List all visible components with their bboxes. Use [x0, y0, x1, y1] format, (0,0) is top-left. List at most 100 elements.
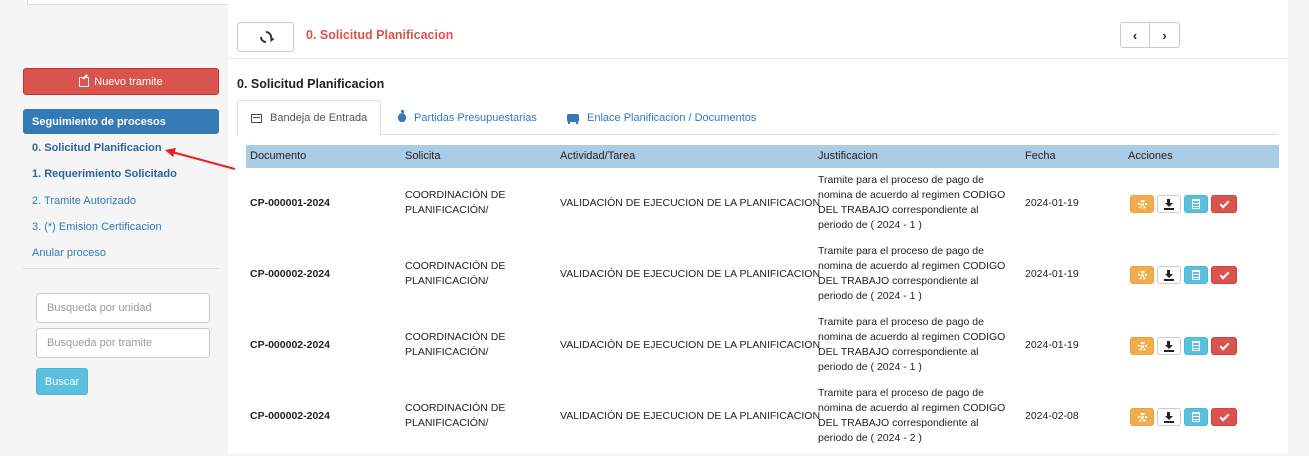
justificacion-line: DEL TRABAJO correspondiente al: [818, 275, 979, 287]
settings-button[interactable]: [1130, 337, 1154, 355]
solicita-line: PLANIFICACIÓN/: [405, 204, 489, 216]
tab-bandeja-entrada[interactable]: Bandeja de Entrada: [237, 100, 382, 136]
annotation-arrow: [165, 148, 236, 170]
fecha-cell: 2024-02-08: [1025, 410, 1079, 422]
search-button[interactable]: Buscar: [36, 368, 88, 395]
check-icon: [1219, 411, 1229, 421]
documento-cell: CP-000002-2024: [250, 339, 330, 351]
new-tramite-button[interactable]: Nuevo tramite: [23, 68, 219, 95]
documento-cell: CP-000001-2024: [250, 197, 330, 209]
justificacion-line: DEL TRABAJO correspondiente al: [818, 346, 979, 358]
apple-icon: [398, 110, 406, 122]
column-header-fecha: Fecha: [1025, 150, 1056, 162]
column-header-justificacion: Justificacion: [818, 150, 878, 162]
check-icon: [1219, 269, 1229, 279]
tab-label: Partidas Presupuestarias: [414, 111, 537, 124]
sidebar-item-anular-proceso[interactable]: Anular proceso: [32, 247, 106, 259]
fecha-cell: 2024-01-19: [1025, 197, 1079, 209]
actividad-cell: VALIDACIÓN DE EJECUCION DE LA PLANIFICAC…: [560, 410, 821, 422]
details-button[interactable]: [1184, 408, 1208, 426]
settings-button[interactable]: [1130, 408, 1154, 426]
settings-button[interactable]: [1130, 266, 1154, 284]
table-header: Documento Solicita Actividad/Tarea Justi…: [246, 145, 1279, 168]
list-icon: [1192, 341, 1200, 351]
column-header-actividad: Actividad/Tarea: [560, 150, 636, 162]
solicita-cell: COORDINACIÓN DE PLANIFICACIÓN/: [405, 188, 505, 218]
solicita-cell: COORDINACIÓN DE PLANIFICACIÓN/: [405, 401, 505, 431]
row-actions: [1130, 408, 1237, 426]
sidebar-item-requerimiento-solicitado[interactable]: 1. Requerimiento Solicitado: [32, 168, 177, 180]
inbox-icon: [251, 113, 262, 123]
sidebar-item-solicitud-planificacion[interactable]: 0. Solicitud Planificacion: [32, 142, 162, 154]
row-actions: [1130, 195, 1237, 213]
search-tramite-input[interactable]: [36, 328, 210, 358]
check-icon: [1219, 340, 1229, 350]
bus-icon: [567, 113, 579, 124]
table-row: CP-000001-2024 COORDINACIÓN DE PLANIFICAC…: [246, 172, 1279, 243]
list-icon: [1192, 412, 1200, 422]
refresh-button[interactable]: [237, 22, 294, 52]
details-button[interactable]: [1184, 195, 1208, 213]
download-button[interactable]: [1157, 408, 1181, 426]
approve-button[interactable]: [1211, 195, 1237, 213]
download-button[interactable]: [1157, 266, 1181, 284]
download-button[interactable]: [1157, 195, 1181, 213]
solicita-line: PLANIFICACIÓN/: [405, 275, 489, 287]
tab-partidas-presupuestarias[interactable]: Partidas Presupuestarias: [385, 100, 550, 135]
search-unit-input[interactable]: [36, 293, 210, 323]
justificacion-line: nomina de acuerdo al regimen CODIGO: [818, 402, 1006, 414]
documento-cell: CP-000002-2024: [250, 268, 330, 280]
sidebar-item-emision-certificacion[interactable]: 3. (*) Emision Certificacion: [32, 221, 162, 233]
actividad-cell: VALIDACIÓN DE EJECUCION DE LA PLANIFICAC…: [560, 197, 821, 209]
approve-button[interactable]: [1211, 408, 1237, 426]
approve-button[interactable]: [1211, 337, 1237, 355]
justificacion-line: DEL TRABAJO correspondiente al: [818, 204, 979, 216]
pager: ‹ ›: [1120, 22, 1180, 48]
edit-icon: [79, 76, 90, 87]
column-header-acciones: Acciones: [1128, 150, 1173, 162]
row-actions: [1130, 337, 1237, 355]
download-icon: [1164, 341, 1174, 352]
next-button[interactable]: ›: [1150, 22, 1180, 48]
table-row: CP-000002-2024 COORDINACIÓN DE PLANIFICAC…: [246, 385, 1279, 456]
justificacion-line: nomina de acuerdo al regimen CODIGO: [818, 331, 1006, 343]
fecha-cell: 2024-01-19: [1025, 268, 1079, 280]
justificacion-line: nomina de acuerdo al regimen CODIGO: [818, 189, 1006, 201]
tab-bar: Bandeja de Entrada Partidas Presupuestar…: [237, 100, 1278, 136]
chevron-left-icon: ‹: [1132, 27, 1138, 43]
refresh-icon: [257, 28, 274, 46]
app-frame: Nuevo tramite Seguimiento de procesos 0.…: [0, 0, 1309, 453]
column-header-documento: Documento: [250, 150, 307, 162]
tab-enlace-planificacion[interactable]: Enlace Planificacion / Documentos: [554, 100, 769, 135]
row-actions: [1130, 266, 1237, 284]
sidebar: Nuevo tramite Seguimiento de procesos 0.…: [0, 58, 228, 453]
justificacion-line: DEL TRABAJO correspondiente al: [818, 417, 979, 429]
section-heading: 0. Solicitud Planificacion: [237, 77, 385, 91]
check-icon: [1219, 198, 1229, 208]
gear-icon: [1137, 412, 1147, 422]
new-tramite-label: Nuevo tramite: [94, 75, 163, 88]
actividad-cell: VALIDACIÓN DE EJECUCION DE LA PLANIFICAC…: [560, 268, 821, 280]
header-divider: [228, 58, 1288, 59]
justificacion-line: periodo de ( 2024 - 2 ): [818, 432, 922, 444]
justificacion-cell: Tramite para el proceso de pago de nomina…: [818, 173, 1005, 233]
prev-button[interactable]: ‹: [1120, 22, 1150, 48]
justificacion-line: Tramite para el proceso de pago de: [818, 387, 984, 399]
chevron-right-icon: ›: [1162, 27, 1167, 43]
gear-icon: [1137, 270, 1147, 280]
solicita-line: COORDINACIÓN DE: [405, 402, 506, 414]
approve-button[interactable]: [1211, 266, 1237, 284]
justificacion-line: nomina de acuerdo al regimen CODIGO: [818, 260, 1006, 272]
settings-button[interactable]: [1130, 195, 1154, 213]
tab-label: Enlace Planificacion / Documentos: [587, 111, 757, 124]
solicita-cell: COORDINACIÓN DE PLANIFICACIÓN/: [405, 259, 505, 289]
solicita-cell: COORDINACIÓN DE PLANIFICACIÓN/: [405, 330, 505, 360]
solicita-line: COORDINACIÓN DE: [405, 189, 506, 201]
justificacion-cell: Tramite para el proceso de pago de nomina…: [818, 386, 1005, 446]
details-button[interactable]: [1184, 337, 1208, 355]
documento-cell: CP-000002-2024: [250, 410, 330, 422]
download-button[interactable]: [1157, 337, 1181, 355]
justificacion-line: Tramite para el proceso de pago de: [818, 174, 984, 186]
sidebar-item-tramite-autorizado[interactable]: 2. Tramite Autorizado: [32, 195, 136, 207]
details-button[interactable]: [1184, 266, 1208, 284]
